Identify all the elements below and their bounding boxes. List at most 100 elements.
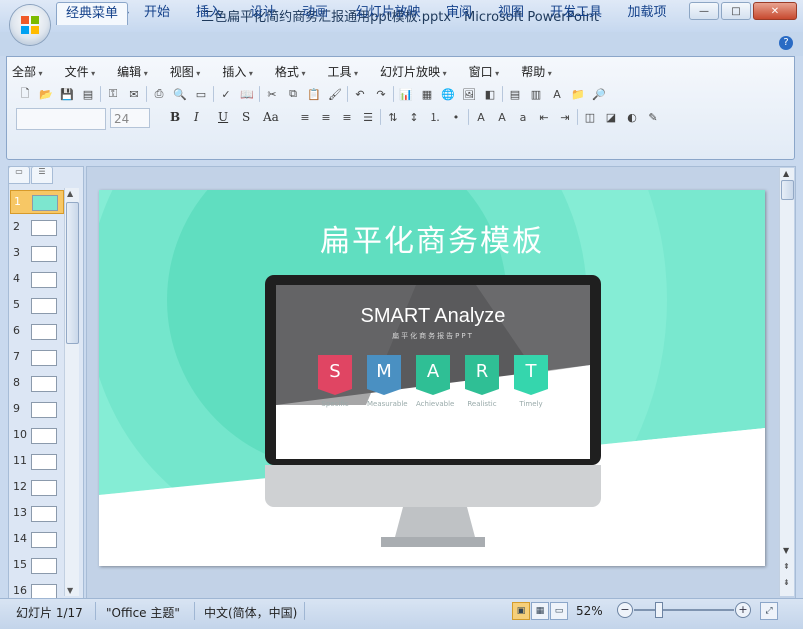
font-size-select[interactable]: 24 — [110, 108, 150, 128]
zoom-percent[interactable]: 52% — [576, 604, 603, 618]
thumbnail-15[interactable]: 15 — [10, 554, 62, 576]
align-center-icon[interactable]: ≡ — [317, 108, 335, 126]
cut-icon[interactable]: ✂ — [263, 85, 281, 103]
shape-fill-icon[interactable]: ◐ — [623, 108, 641, 126]
justify-icon[interactable]: ☰ — [359, 108, 377, 126]
zoom-in-icon[interactable]: + — [735, 602, 751, 618]
copy-icon[interactable]: ⧉ — [284, 85, 302, 103]
thumbnail-10[interactable]: 10 — [10, 424, 62, 446]
new-slide-icon[interactable]: ▤ — [506, 85, 524, 103]
page-setup-icon[interactable]: ▭ — [192, 85, 210, 103]
thumbnail-13[interactable]: 13 — [10, 502, 62, 524]
menu-edit[interactable]: 编辑 — [117, 63, 148, 80]
bold-button[interactable]: B — [170, 110, 180, 124]
hyperlink-icon[interactable]: 🌐 — [439, 85, 457, 103]
layout-icon[interactable]: ▥ — [527, 85, 545, 103]
tab-classic-menu[interactable]: 经典菜单 — [56, 2, 128, 25]
menu-window[interactable]: 窗口 — [469, 63, 500, 80]
undo-icon[interactable]: ↶ — [351, 85, 369, 103]
new-icon[interactable]: 🗋 — [16, 85, 34, 103]
textbox-icon[interactable]: A — [548, 85, 566, 103]
menu-format[interactable]: 格式 — [275, 63, 306, 80]
tab-developer[interactable]: 开发工具 — [544, 2, 608, 24]
font-color-icon[interactable]: A — [472, 108, 490, 126]
format-painter-icon[interactable]: 🖌 — [326, 85, 344, 103]
align-left-icon[interactable]: ≡ — [296, 108, 314, 126]
thumbnail-3[interactable]: 3 — [10, 242, 62, 264]
menu-view[interactable]: 视图 — [170, 63, 201, 80]
save-icon[interactable]: 💾 — [58, 85, 76, 103]
paste-icon[interactable]: 📋 — [305, 85, 323, 103]
thumbnail-5[interactable]: 5 — [10, 294, 62, 316]
thumbnail-8[interactable]: 8 — [10, 372, 62, 394]
slide-sorter-button[interactable]: ▦ — [531, 602, 549, 620]
menu-file[interactable]: 文件 — [65, 63, 96, 80]
thumbnail-1[interactable]: 1 — [10, 190, 64, 214]
italic-button[interactable]: I — [194, 110, 199, 124]
align-right-icon[interactable]: ≡ — [338, 108, 356, 126]
text-direction-icon[interactable]: ⇅ — [384, 108, 402, 126]
help-icon[interactable]: ? — [779, 36, 793, 50]
slides-pane-scrollbar[interactable]: ▲ ▼ — [64, 188, 79, 596]
scroll-thumb[interactable] — [781, 180, 794, 200]
zoom-slider-track[interactable] — [634, 609, 734, 611]
zoom-out-icon[interactable]: − — [617, 602, 633, 618]
line-spacing-icon[interactable]: ↕ — [405, 108, 423, 126]
thumbnail-11[interactable]: 11 — [10, 450, 62, 472]
tab-addins[interactable]: 加载项 — [618, 2, 676, 24]
tab-review[interactable]: 审阅 — [436, 2, 482, 24]
shadow-button[interactable]: S — [242, 110, 250, 124]
open-icon[interactable]: 📂 — [37, 85, 55, 103]
menu-insert[interactable]: 插入 — [222, 63, 253, 80]
grow-font-icon[interactable]: A — [493, 108, 511, 126]
print-preview-icon[interactable]: 🔍 — [171, 85, 189, 103]
menu-slideshow[interactable]: 幻灯片放映 — [380, 63, 447, 80]
increase-indent-icon[interactable]: ⇥ — [556, 108, 574, 126]
tab-view[interactable]: 视图 — [488, 2, 534, 24]
picture-icon[interactable]: 🖼 — [460, 85, 478, 103]
color-grayscale-icon[interactable]: ◧ — [481, 85, 499, 103]
table-icon[interactable]: ▦ — [418, 85, 436, 103]
thumbnail-7[interactable]: 7 — [10, 346, 62, 368]
thumbnail-4[interactable]: 4 — [10, 268, 62, 290]
slide-canvas[interactable]: 扁平化商务模板 SMART Analyze 扁平化商务报告PPT S Speci… — [99, 190, 765, 566]
underline-button[interactable]: U — [218, 110, 228, 124]
next-slide-icon[interactable]: ⇟ — [783, 578, 790, 587]
tab-animations[interactable]: 动画 — [292, 2, 338, 24]
scroll-down-icon[interactable]: ▼ — [67, 586, 73, 595]
slideshow-button[interactable]: ▭ — [550, 602, 568, 620]
font-name-select[interactable] — [16, 108, 106, 130]
chart-icon[interactable]: 📊 — [397, 85, 415, 103]
close-button[interactable]: ✕ — [753, 2, 797, 20]
redo-icon[interactable]: ↷ — [372, 85, 390, 103]
fit-to-window-icon[interactable]: ⤢ — [760, 602, 778, 620]
thumbnail-14[interactable]: 14 — [10, 528, 62, 550]
thumbnail-12[interactable]: 12 — [10, 476, 62, 498]
change-case-button[interactable]: Aa — [263, 110, 279, 124]
permission-icon[interactable]: ⚿ — [104, 85, 122, 103]
tab-design[interactable]: 设计 — [240, 2, 286, 24]
quick-styles-icon[interactable]: ◪ — [602, 108, 620, 126]
menu-all[interactable]: 全部 — [12, 63, 43, 80]
numbering-icon[interactable]: ⒈ — [426, 108, 444, 126]
status-language[interactable]: 中文(简体，中国) — [204, 604, 297, 621]
zoom-slider-thumb[interactable] — [655, 602, 663, 618]
menu-help[interactable]: 帮助 — [521, 63, 552, 80]
shape-outline-icon[interactable]: ✎ — [644, 108, 662, 126]
editor-scrollbar[interactable]: ▲ ▼ ⇞ ⇟ — [779, 168, 794, 596]
shrink-font-icon[interactable]: a — [514, 108, 532, 126]
scroll-thumb[interactable] — [66, 202, 79, 344]
research-icon[interactable]: 📖 — [238, 85, 256, 103]
tab-insert[interactable]: 插入 — [186, 2, 232, 24]
previous-slide-icon[interactable]: ⇞ — [783, 562, 790, 571]
thumbnail-9[interactable]: 9 — [10, 398, 62, 420]
print-icon[interactable]: ⎙ — [150, 85, 168, 103]
thumbnail-2[interactable]: 2 — [10, 216, 62, 238]
email-icon[interactable]: ✉ — [125, 85, 143, 103]
pdf-icon[interactable]: ▤ — [79, 85, 97, 103]
minimize-button[interactable]: — — [689, 2, 719, 20]
find-icon[interactable]: 🔎 — [590, 85, 608, 103]
decrease-indent-icon[interactable]: ⇤ — [535, 108, 553, 126]
tab-slideshow[interactable]: 幻灯片放映 — [350, 2, 426, 24]
menu-tools[interactable]: 工具 — [327, 63, 358, 80]
